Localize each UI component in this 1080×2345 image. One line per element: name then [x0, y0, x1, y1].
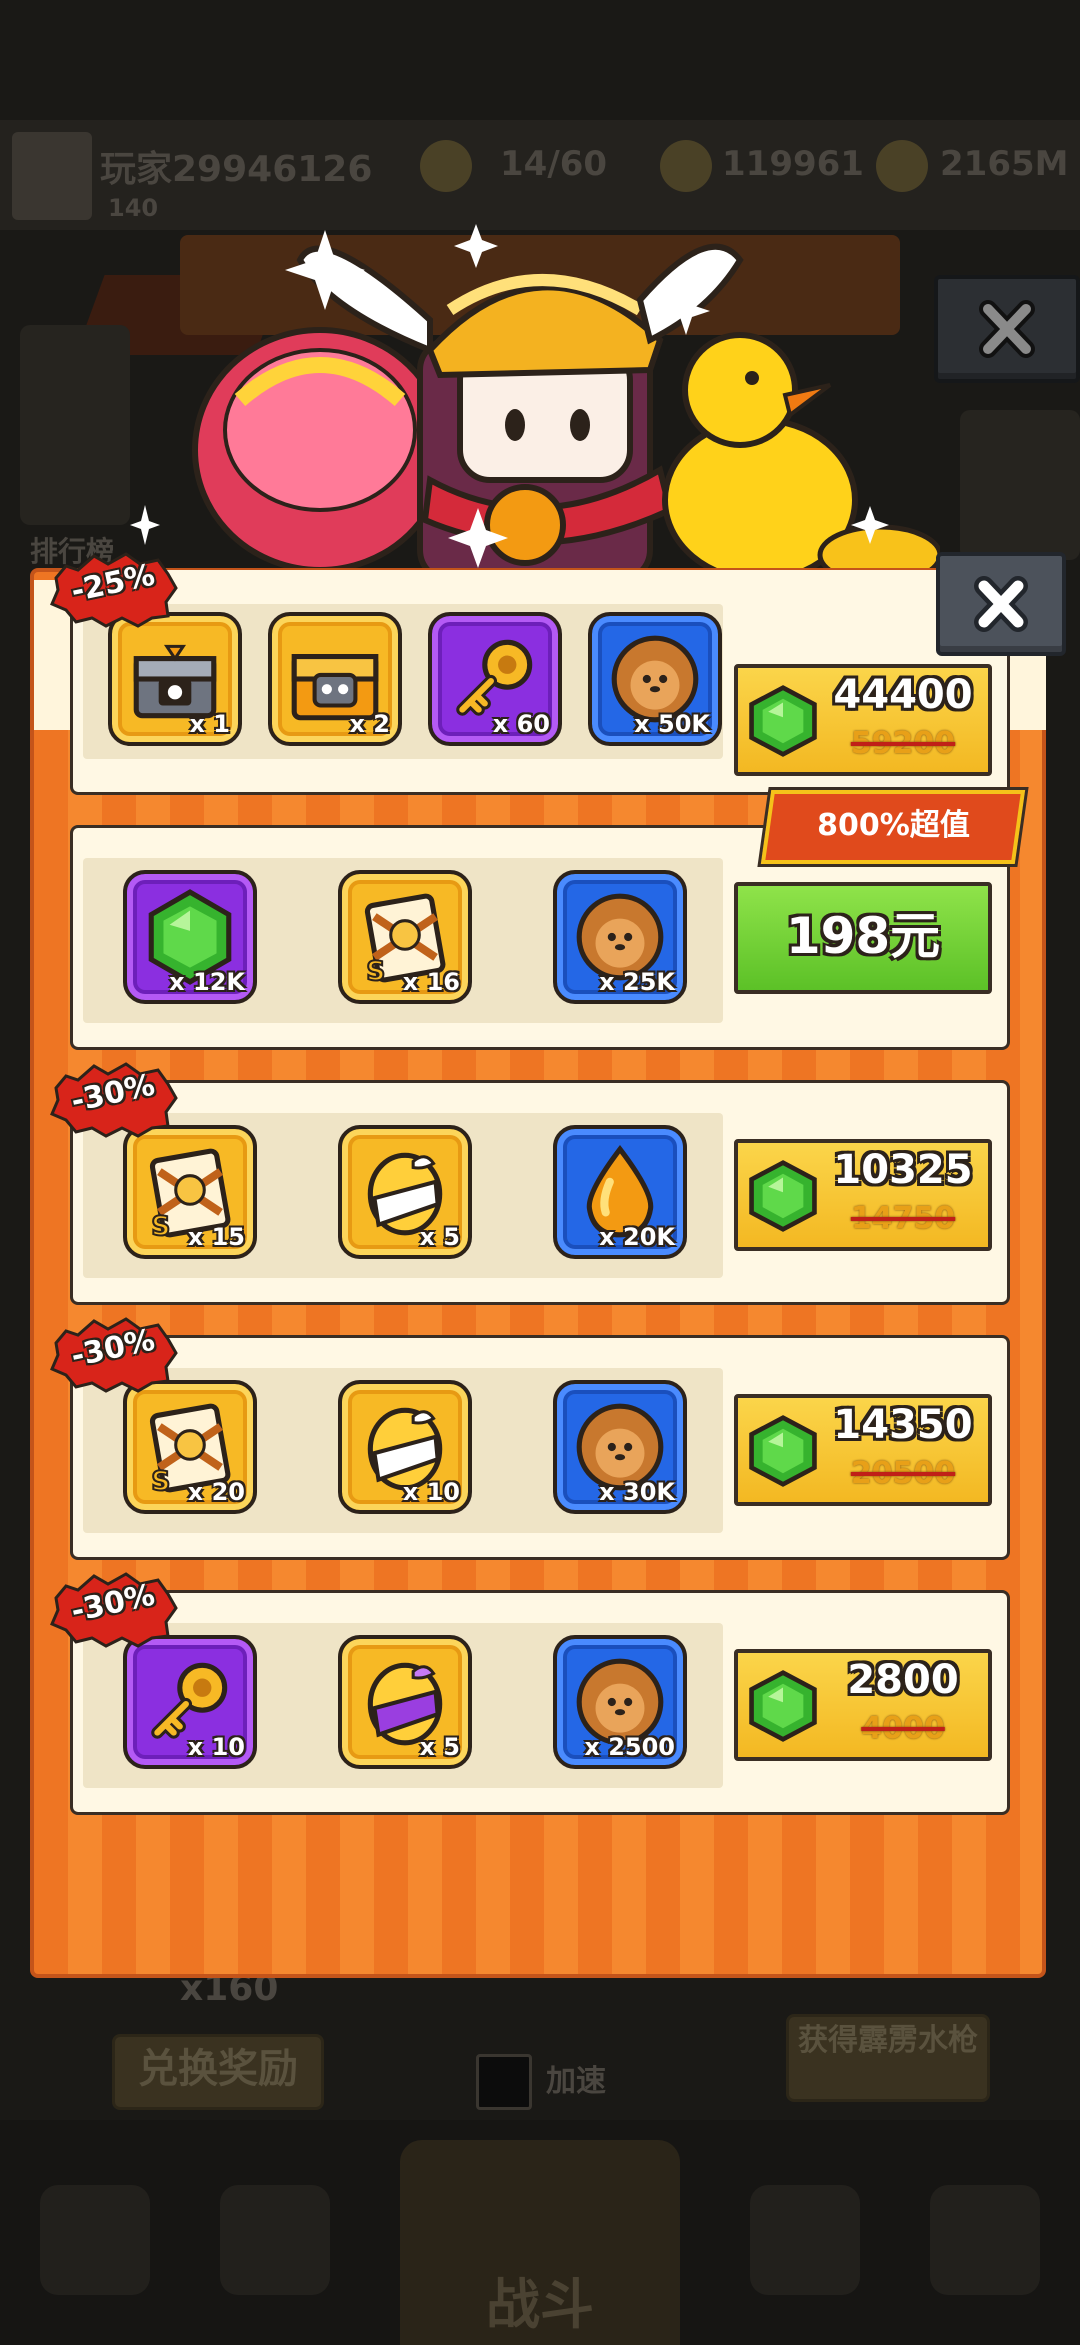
reward-quantity: x 10 [402, 1478, 460, 1506]
hero-character-illustration [192, 224, 940, 580]
reward-quantity: x 5 [419, 1223, 460, 1251]
nav-guild-icon [750, 2185, 860, 2295]
reward-quantity: x 5 [419, 1733, 460, 1761]
gem-icon [749, 1670, 817, 1742]
player-level: 140 [108, 194, 159, 222]
gem-count: 119961 [722, 144, 864, 184]
gem-icon [749, 685, 817, 757]
price-value: 44400 [833, 672, 973, 718]
nav-events-icon [930, 2185, 1040, 2295]
coin-currency-icon [876, 140, 928, 192]
reward-quantity: x 25K [599, 968, 675, 996]
nav-hero-icon [220, 2185, 330, 2295]
reward-item[interactable]: x 5 [338, 1635, 472, 1769]
side-shop-button [960, 410, 1080, 560]
bundle-offer-3: S x 15 x 5 x 20K 10325 14750 [70, 1080, 1010, 1305]
svg-text:S: S [151, 1211, 170, 1242]
close-button[interactable] [936, 552, 1066, 656]
speed-checkbox [476, 2054, 532, 2110]
cash-purchase-button[interactable]: 198元 [734, 882, 992, 994]
info-button [20, 325, 130, 525]
reward-item[interactable]: x 2500 [553, 1635, 687, 1769]
discount-badge: -30% [48, 1313, 178, 1393]
energy-icon [420, 140, 472, 192]
reward-strip: S x 20 x 10 x 30K [83, 1368, 723, 1533]
price-value: 10325 [833, 1147, 973, 1193]
svg-text:S: S [151, 1466, 170, 1497]
reward-quantity: x 12K [169, 968, 245, 996]
reward-item[interactable]: S x 16 [338, 870, 472, 1004]
original-price: 59200 [850, 726, 956, 761]
energy-count: 14/60 [500, 144, 608, 184]
reward-item[interactable]: x 30K [553, 1380, 687, 1514]
reward-strip: x 1 x 2 x 60 x 50K [83, 604, 723, 759]
reward-quantity: x 15 [187, 1223, 245, 1251]
reward-quantity: x 10 [187, 1733, 245, 1761]
close-icon [974, 576, 1028, 632]
gem-icon [749, 1415, 817, 1487]
reward-item[interactable]: x 10 [338, 1380, 472, 1514]
reward-quantity: x 1 [189, 710, 230, 738]
discount-badge: -30% [48, 1568, 178, 1648]
reward-strip: x 12K S x 16 x 25K [83, 858, 723, 1023]
reward-quantity: x 20K [599, 1223, 675, 1251]
discount-badge: -25% [48, 548, 178, 628]
reward-quantity: x 30K [599, 1478, 675, 1506]
reward-item[interactable]: S x 20 [123, 1380, 257, 1514]
bundle-offer-5: x 10 x 5 x 2500 2800 4000 [70, 1590, 1010, 1815]
svg-text:S: S [366, 956, 385, 987]
reward-item[interactable]: x 50K [588, 612, 722, 746]
reward-quantity: x 2500 [584, 1733, 675, 1761]
value-tag: 800%超值 [757, 787, 1029, 867]
nav-shop-icon [40, 2185, 150, 2295]
reward-item[interactable]: x 20K [553, 1125, 687, 1259]
price-value: 2800 [847, 1657, 959, 1703]
gem-icon [749, 1160, 817, 1232]
background-close-button [934, 275, 1080, 383]
reward-quantity: x 60 [492, 710, 550, 738]
gem-price-button[interactable]: 44400 59200 [734, 664, 992, 776]
reward-quantity: x 20 [187, 1478, 245, 1506]
player-avatar [12, 132, 92, 220]
reward-quantity: x 2 [349, 710, 390, 738]
reward-item[interactable]: x 60 [428, 612, 562, 746]
player-name: 玩家29946126 [100, 149, 373, 190]
original-price: 20500 [850, 1456, 956, 1491]
gem-price-button[interactable]: 2800 4000 [734, 1649, 992, 1761]
sparkle-icon [130, 505, 160, 545]
gem-price-button[interactable]: 10325 14750 [734, 1139, 992, 1251]
reward-strip: S x 15 x 5 x 20K [83, 1113, 723, 1278]
original-price: 4000 [861, 1711, 945, 1746]
reward-item[interactable]: x 25K [553, 870, 687, 1004]
reward-item[interactable]: x 10 [123, 1635, 257, 1769]
exchange-reward-button: 兑换奖励 [112, 2034, 324, 2110]
coin-count: 2165M [940, 144, 1069, 184]
speed-label: 加速 [546, 2064, 606, 2099]
get-water-gun-button: 获得霹雳水枪 [786, 2014, 990, 2102]
reward-item[interactable]: x 12K [123, 870, 257, 1004]
original-price: 14750 [850, 1201, 956, 1236]
close-icon [979, 300, 1035, 358]
reward-strip: x 10 x 5 x 2500 [83, 1623, 723, 1788]
nav-fight-label: 战斗 [486, 2273, 594, 2336]
reward-item[interactable]: x 5 [338, 1125, 472, 1259]
reward-quantity: x 16 [402, 968, 460, 996]
price-value: 14350 [833, 1402, 973, 1448]
reward-item[interactable]: S x 15 [123, 1125, 257, 1259]
reward-quantity: x 50K [634, 710, 710, 738]
discount-badge: -30% [48, 1058, 178, 1138]
reward-item[interactable]: x 1 [108, 612, 242, 746]
reward-item[interactable]: x 2 [268, 612, 402, 746]
gem-price-button[interactable]: 14350 20500 [734, 1394, 992, 1506]
bundle-offer-1: x 1 x 2 x 60 x 50K 44400 59200 [70, 570, 1010, 795]
bundle-offer-4: S x 20 x 10 x 30K 14350 20500 [70, 1335, 1010, 1560]
gem-currency-icon [660, 140, 712, 192]
